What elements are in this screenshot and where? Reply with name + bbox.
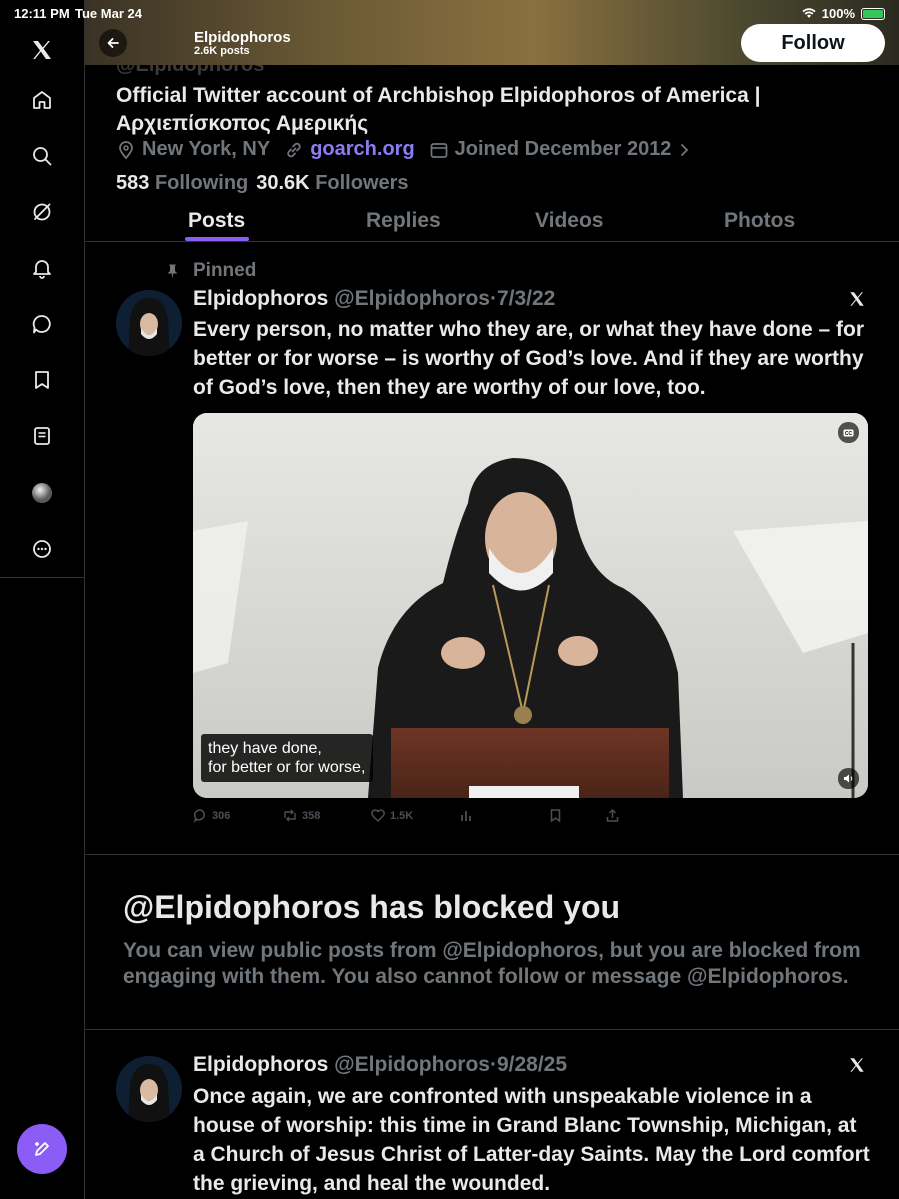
sidebar <box>0 0 85 1199</box>
reply-button[interactable]: 306 <box>193 808 230 823</box>
closed-captions-button[interactable]: CC <box>838 422 859 443</box>
follow-button[interactable]: Follow <box>741 24 885 62</box>
compose-button[interactable] <box>17 1124 67 1174</box>
calendar-icon <box>430 142 448 158</box>
back-arrow-icon <box>107 38 119 48</box>
share-button[interactable] <box>605 808 620 823</box>
tab-photos[interactable]: Photos <box>724 209 795 233</box>
search-icon[interactable] <box>27 141 57 171</box>
status-bar: 12:11 PM Tue Mar 24 100% <box>0 0 899 28</box>
pinned-indicator: Pinned <box>164 260 256 282</box>
tab-posts[interactable]: Posts <box>188 209 245 233</box>
like-button[interactable]: 1.5K <box>370 808 413 823</box>
profile-joined[interactable]: Joined December 2012 <box>429 138 692 161</box>
tweet-author-name[interactable]: Elpidophoros <box>193 287 328 310</box>
active-tab-indicator <box>185 237 249 241</box>
lists-icon[interactable] <box>27 421 57 451</box>
blocked-message: You can view public posts from @Elpidoph… <box>123 939 861 988</box>
bookmark-icon <box>550 809 561 823</box>
tweet-author-name[interactable]: Elpidophoros <box>193 1053 328 1076</box>
repost-count: 358 <box>302 809 321 822</box>
grok-icon[interactable] <box>27 197 57 227</box>
video-caption: they have done, for better or for worse, <box>201 734 373 782</box>
analytics-button[interactable] <box>459 808 474 823</box>
back-button[interactable] <box>99 29 127 57</box>
following-label: Following <box>154 172 249 194</box>
x-logo-icon[interactable] <box>848 1056 868 1076</box>
sidebar-divider <box>0 577 85 578</box>
compose-icon <box>35 1142 49 1156</box>
following-count: 583 <box>116 172 150 194</box>
messages-icon[interactable] <box>27 309 57 339</box>
status-date: Tue Mar 24 <box>75 6 142 21</box>
tweet-date[interactable]: ·7/3/22 <box>490 287 555 310</box>
speaker-icon <box>844 774 853 783</box>
tweet-date[interactable]: ·9/28/25 <box>490 1053 567 1076</box>
profile-tabs: Posts Replies Videos Photos <box>85 200 899 242</box>
battery-percent: 100% <box>821 6 855 21</box>
like-count: 1.5K <box>390 809 414 822</box>
pin-icon <box>167 264 178 279</box>
status-right: 100% <box>802 6 885 21</box>
pinned-label: Pinned <box>193 260 257 281</box>
profile-location: New York, NY <box>116 138 270 161</box>
tab-replies[interactable]: Replies <box>366 209 441 233</box>
location-text: New York, NY <box>142 138 271 160</box>
followers-count: 30.6K <box>256 172 310 194</box>
caption-line-2: for better or for worse, <box>208 759 366 776</box>
blocked-title: @Elpidophoros has blocked you <box>123 889 621 925</box>
avatar[interactable] <box>116 290 182 356</box>
bookmark-button[interactable] <box>548 808 563 823</box>
x-logo-icon[interactable] <box>27 35 57 65</box>
bookmarks-icon[interactable] <box>27 365 57 395</box>
tab-videos[interactable]: Videos <box>535 209 603 233</box>
more-icon[interactable] <box>27 534 57 564</box>
wifi-icon <box>802 8 816 18</box>
repost-icon <box>284 809 296 822</box>
following-count-link[interactable]: 583 Following <box>116 172 248 195</box>
header-post-count: 2.6K posts <box>194 45 250 57</box>
section-divider <box>85 1029 899 1030</box>
volume-button[interactable] <box>838 768 859 789</box>
website-link[interactable]: goarch.org <box>310 138 414 161</box>
notifications-icon[interactable] <box>27 253 57 283</box>
chevron-right-icon <box>681 143 689 156</box>
location-icon <box>119 140 133 159</box>
avatar[interactable] <box>116 1056 182 1122</box>
tweet-actions: 306 358 1.5K <box>193 808 873 830</box>
header-name: Elpidophoros <box>194 29 291 46</box>
link-icon <box>287 142 301 157</box>
svg-text:CC: CC <box>845 431 853 437</box>
repost-button[interactable]: 358 <box>282 808 320 823</box>
follow-counts: 583 Following 30.6K Followers <box>116 172 409 195</box>
reply-count: 306 <box>212 809 231 822</box>
analytics-icon <box>461 811 471 821</box>
cc-icon: CC <box>843 429 854 437</box>
status-time: 12:11 PM <box>14 6 70 21</box>
profile-meta: New York, NY goarch.org Joined December … <box>116 138 705 161</box>
tweet-author-handle[interactable]: @Elpidophoros <box>334 1053 490 1076</box>
reply-icon <box>193 809 205 823</box>
tweet-header: Elpidophoros @Elpidophoros·9/28/25 <box>193 1053 567 1077</box>
battery-icon <box>861 7 885 20</box>
joined-text: Joined December 2012 <box>454 138 672 160</box>
profile-bio: Official Twitter account of Archbishop E… <box>116 84 761 135</box>
tweet-text: Once again, we are confronted with unspe… <box>193 1085 870 1195</box>
tweet-divider <box>85 854 899 855</box>
followers-count-link[interactable]: 30.6K Followers <box>256 172 408 195</box>
heart-icon <box>371 809 385 822</box>
tweet-text: Every person, no matter who they are, or… <box>193 318 865 399</box>
share-icon <box>606 808 619 822</box>
tweet-author-handle[interactable]: @Elpidophoros <box>334 287 490 310</box>
home-icon[interactable] <box>27 85 57 115</box>
profile-website[interactable]: goarch.org <box>284 138 415 161</box>
caption-line-1: they have done, <box>208 740 322 757</box>
followers-label: Followers <box>315 172 409 194</box>
profile-avatar-icon[interactable] <box>27 478 57 508</box>
tweet-header: Elpidophoros @Elpidophoros·7/3/22 <box>193 287 555 311</box>
x-logo-icon[interactable] <box>848 290 868 310</box>
